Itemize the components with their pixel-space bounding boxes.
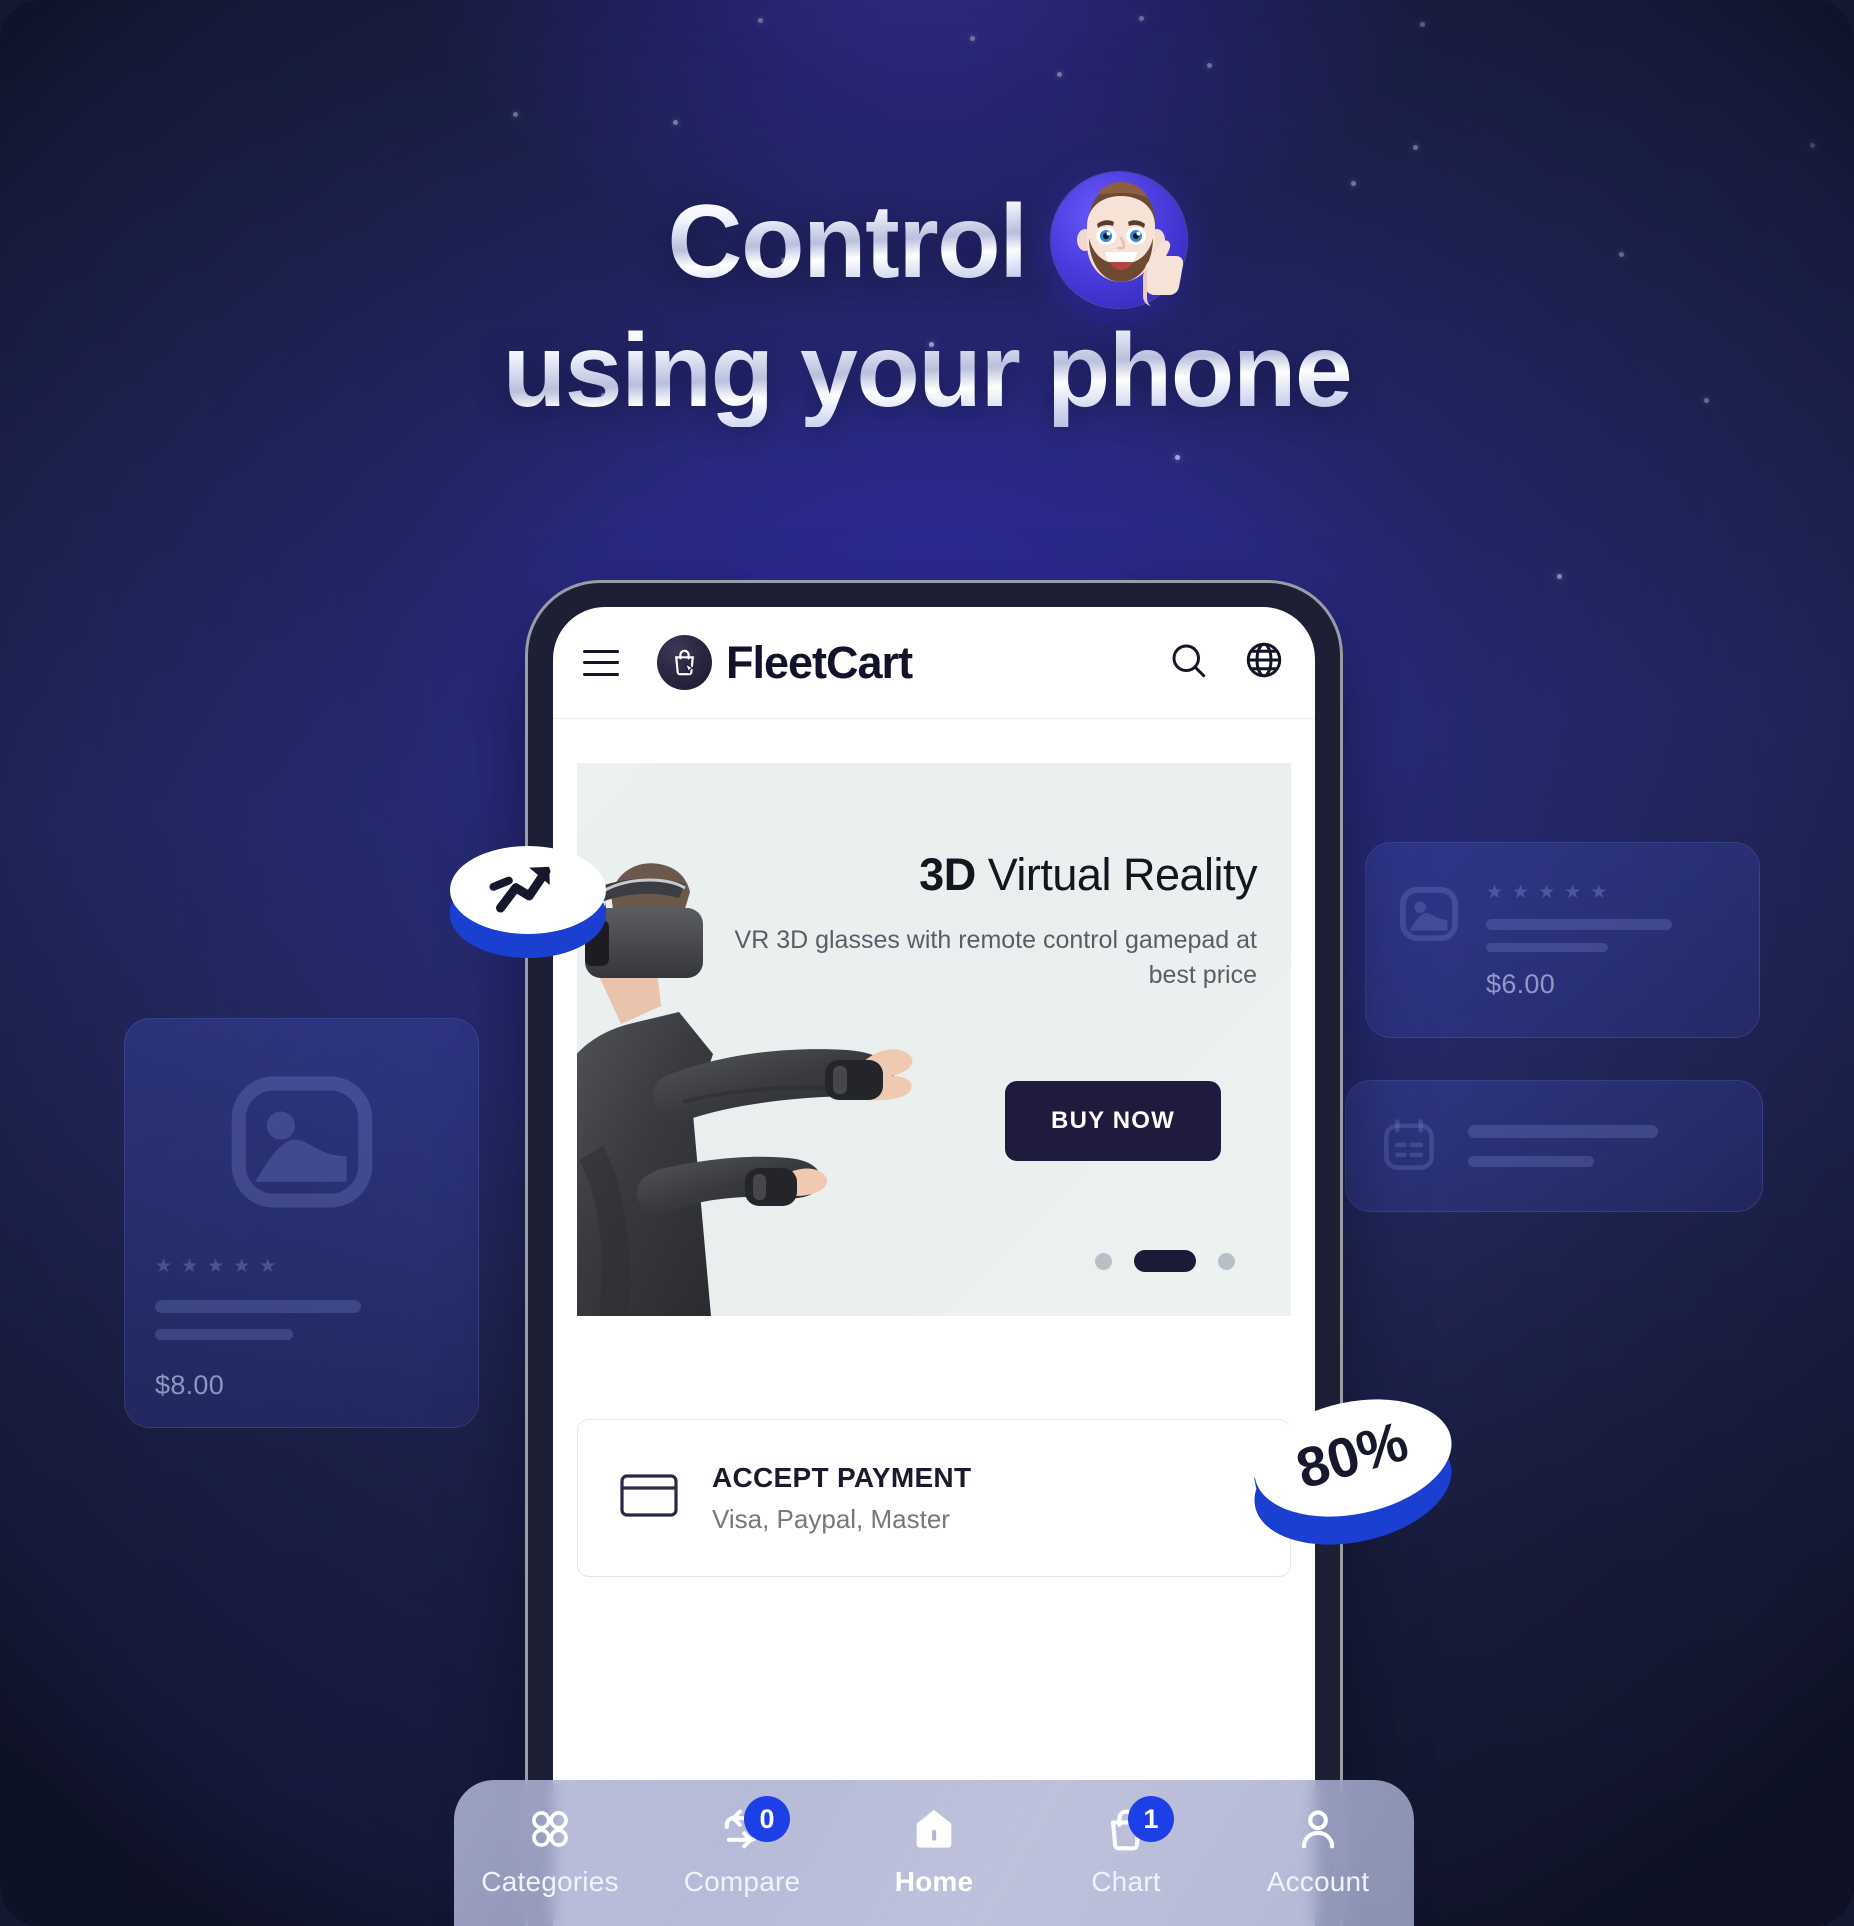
ghost-info-card-right-bottom xyxy=(1345,1080,1763,1212)
banner-copy: 3D Virtual Reality VR 3D glasses with re… xyxy=(697,849,1258,992)
ghost-price-left: $8.00 xyxy=(155,1370,225,1400)
hamburger-menu-icon[interactable] xyxy=(583,649,619,676)
home-icon xyxy=(850,1800,1018,1858)
rating-stars: ★ ★ ★ ★ ★ xyxy=(155,1256,277,1277)
carousel-dot[interactable] xyxy=(1095,1252,1112,1270)
carousel-dot[interactable] xyxy=(1218,1252,1235,1270)
cart-bag-icon: 1 xyxy=(1042,1796,1210,1858)
compare-badge: 0 xyxy=(744,1796,790,1842)
nav-label-categories: Categories xyxy=(481,1866,619,1897)
brand-name: FleetCart xyxy=(726,636,913,688)
banner-title-bold: 3D xyxy=(919,849,976,900)
compare-icon: 0 xyxy=(658,1796,826,1858)
nav-item-home[interactable]: Home xyxy=(850,1800,1018,1898)
headline-text-control: Control xyxy=(667,184,1028,301)
promo-poster: Control using your phone ★ ★ ★ ★ ★ $8.00… xyxy=(0,0,1854,1926)
phone-mockup: FleetCart 3D Virtual Reality VR 3D glass… xyxy=(528,583,1340,1926)
image-placeholder-icon xyxy=(1398,883,1460,1000)
search-icon[interactable] xyxy=(1167,639,1209,686)
chart-badge: 1 xyxy=(1128,1796,1174,1842)
headline-line-1: Control xyxy=(0,172,1854,308)
headline: Control using your phone xyxy=(0,172,1854,429)
credit-card-icon xyxy=(620,1473,678,1523)
memoji-thumbs-up-icon xyxy=(1050,172,1187,308)
rating-stars: ★ ★ ★ ★ ★ xyxy=(1486,882,1608,903)
bottom-navigation-bar: Categories 0 Compare Home 1 Chart Accoun… xyxy=(454,1780,1414,1926)
text-placeholder-bar xyxy=(1468,1156,1594,1167)
nav-label-chart: Chart xyxy=(1091,1866,1161,1897)
text-placeholder-bar xyxy=(1486,943,1608,952)
buy-now-button[interactable]: BUY NOW xyxy=(1005,1081,1221,1161)
globe-icon[interactable] xyxy=(1243,639,1285,686)
nav-item-categories[interactable]: Categories xyxy=(466,1800,634,1898)
accept-payment-card[interactable]: ACCEPT PAYMENT Visa, Paypal, Master xyxy=(577,1419,1291,1577)
user-icon xyxy=(1234,1800,1402,1858)
brand[interactable]: FleetCart xyxy=(657,635,913,690)
nav-label-account: Account xyxy=(1266,1866,1370,1897)
banner-title-rest: Virtual Reality xyxy=(975,849,1258,900)
nav-item-account[interactable]: Account xyxy=(1234,1800,1402,1898)
carousel-dots[interactable] xyxy=(1095,1250,1235,1272)
hero-banner[interactable]: 3D Virtual Reality VR 3D glasses with re… xyxy=(577,763,1291,1316)
nav-label-home: Home xyxy=(894,1866,974,1897)
headline-text-using-your-phone: using your phone xyxy=(502,313,1353,429)
trending-badge xyxy=(440,830,615,970)
accept-payment-title: ACCEPT PAYMENT xyxy=(712,1461,972,1493)
banner-title: 3D Virtual Reality xyxy=(697,849,1257,901)
accept-payment-subtitle: Visa, Paypal, Master xyxy=(712,1503,950,1534)
ghost-product-card-left: ★ ★ ★ ★ ★ $8.00 xyxy=(124,1018,479,1428)
nav-item-compare[interactable]: 0 Compare xyxy=(658,1796,826,1898)
discount-badge: 80% xyxy=(1243,1382,1463,1560)
text-placeholder-bar xyxy=(155,1300,361,1313)
phone-screen: FleetCart 3D Virtual Reality VR 3D glass… xyxy=(553,607,1315,1926)
carousel-dot-active[interactable] xyxy=(1134,1250,1196,1272)
calendar-icon xyxy=(1380,1115,1438,1178)
text-placeholder-bar xyxy=(1468,1125,1658,1138)
ghost-price-right: $6.00 xyxy=(1486,969,1556,999)
banner-subtitle: VR 3D glasses with remote control gamepa… xyxy=(734,926,1257,989)
app-header: FleetCart xyxy=(553,607,1315,719)
shopping-bag-cursor-icon xyxy=(657,635,712,690)
image-placeholder-icon xyxy=(125,1019,478,1217)
text-placeholder-bar xyxy=(1486,919,1672,930)
nav-item-chart[interactable]: 1 Chart xyxy=(1042,1796,1210,1898)
grid-icon xyxy=(466,1800,634,1858)
headline-line-2: using your phone xyxy=(0,313,1854,429)
text-placeholder-bar xyxy=(155,1329,293,1340)
nav-label-compare: Compare xyxy=(683,1866,801,1897)
ghost-product-card-right-top: ★ ★ ★ ★ ★ $6.00 xyxy=(1365,842,1760,1038)
